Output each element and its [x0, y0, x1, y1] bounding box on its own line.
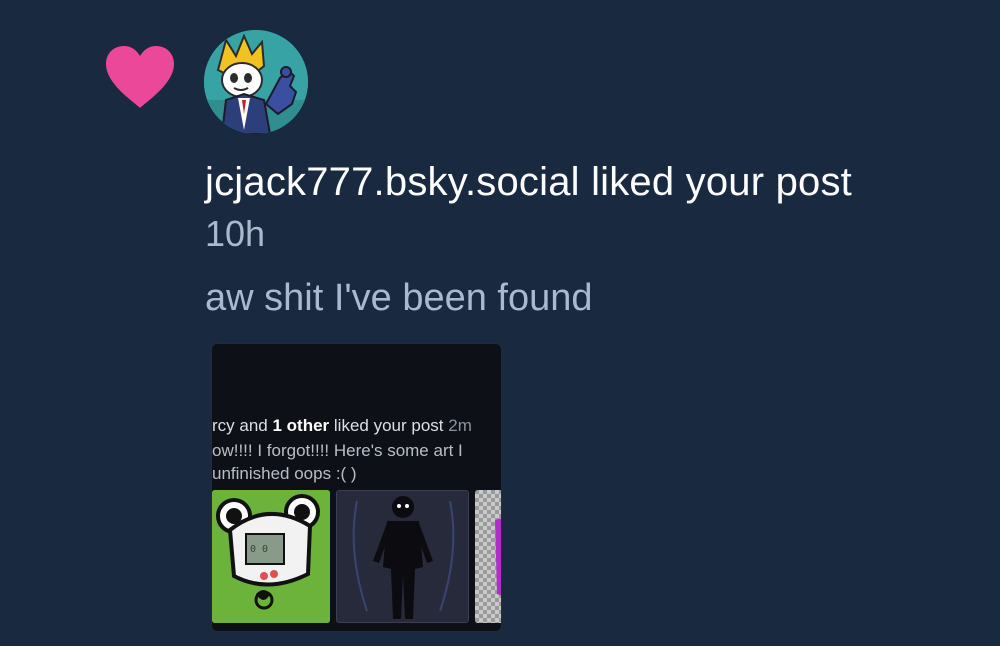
embed-line-1: rcy and 1 other liked your post 2m [212, 416, 472, 436]
art-thumbnail-3 [475, 490, 501, 623]
user-avatar[interactable] [204, 30, 308, 134]
notification-title: jcjack777.bsky.social liked your post [205, 160, 852, 205]
heart-icon [106, 46, 174, 108]
timestamp: 10h [205, 213, 266, 254]
embed-line-2: ow!!!! I forgot!!!! Here's some art I [212, 441, 463, 460]
like-notification[interactable]: jcjack777.bsky.social liked your post 10… [0, 0, 1000, 646]
action-text: liked your post [591, 160, 852, 204]
embed-bold-count: 1 other [272, 416, 330, 435]
embed-timestamp: 2m [448, 416, 472, 435]
post-image-embed[interactable]: rcy and 1 other liked your post 2m ow!!!… [211, 343, 502, 632]
avatar-illustration [204, 30, 308, 134]
art-thumbnail-1: 0 0 [212, 490, 330, 623]
liked-post-text[interactable]: aw shit I've been found [205, 277, 593, 320]
embed-line-3: unfinished oops :( ) [212, 464, 357, 483]
embed-action-text: liked your post [329, 416, 449, 435]
actor-handle[interactable]: jcjack777.bsky.social [205, 160, 580, 204]
embed-actor-fragment: rcy and [212, 416, 273, 435]
svg-text:0 0: 0 0 [250, 544, 268, 555]
art-thumbnail-2 [336, 490, 469, 623]
